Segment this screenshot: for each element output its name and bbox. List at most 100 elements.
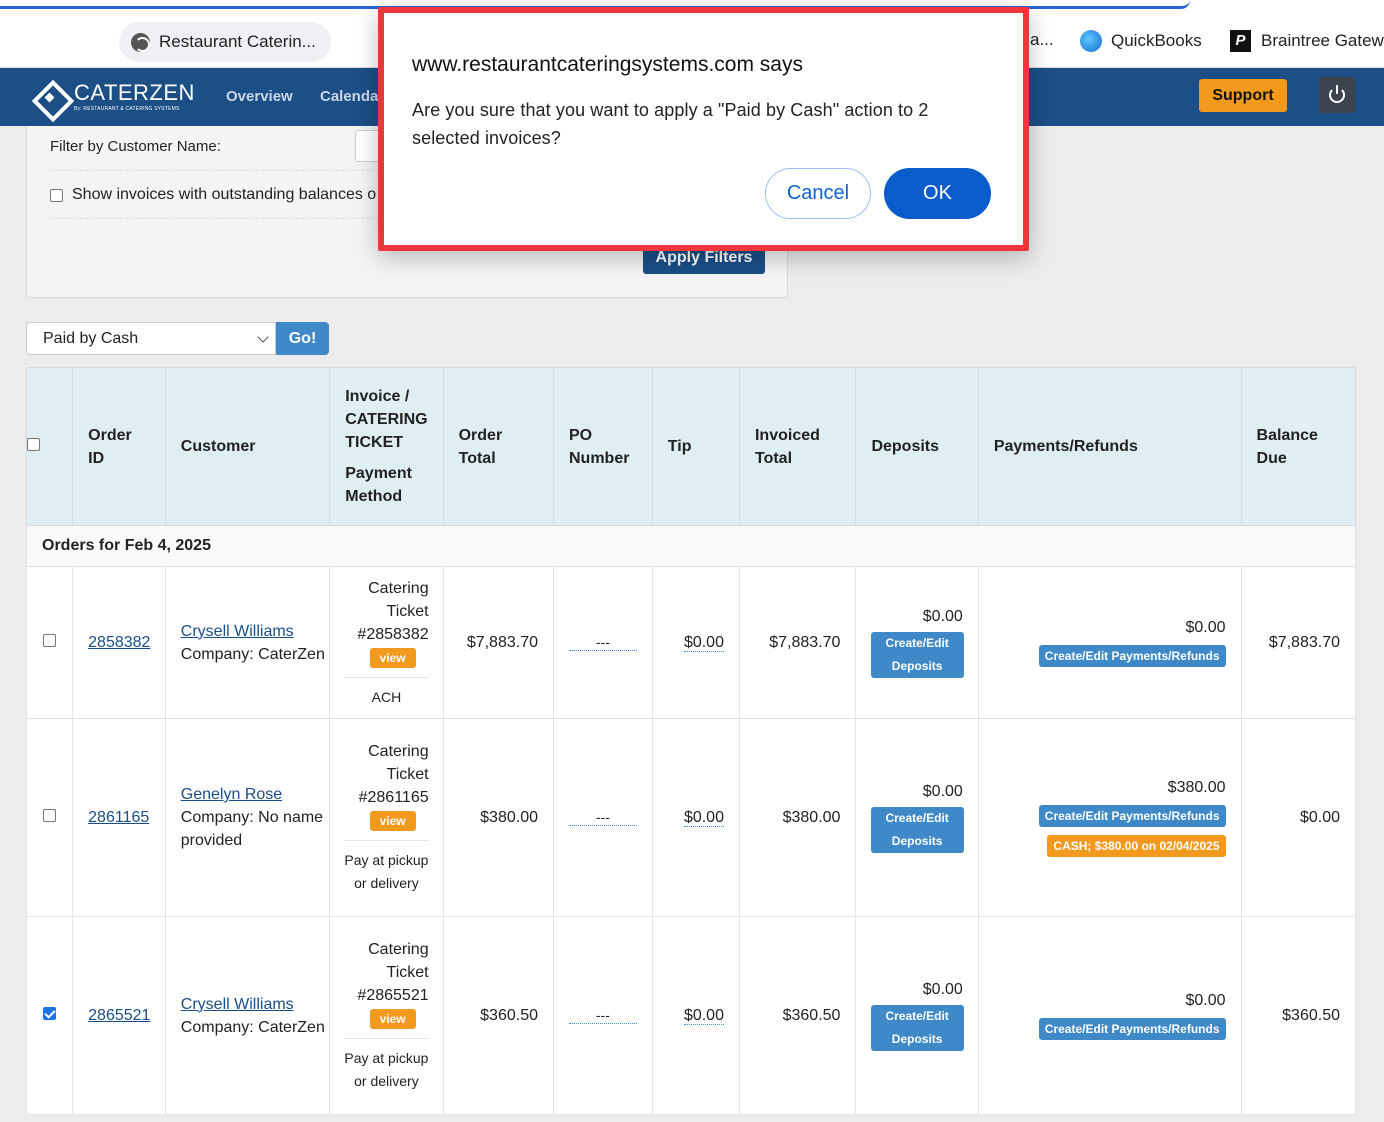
- create-edit-deposits-button[interactable]: Create/Edit Deposits: [870, 631, 964, 678]
- power-icon[interactable]: [1319, 77, 1355, 113]
- payment-method: Pay at pickup or delivery: [344, 1038, 429, 1093]
- row-select-cell: [25, 566, 74, 719]
- balance-due: $360.50: [1240, 916, 1357, 1115]
- select-all-cell: [25, 367, 74, 526]
- header-payments: Payments/Refunds: [977, 367, 1242, 526]
- header-customer[interactable]: Customer: [164, 367, 331, 526]
- create-edit-deposits-button[interactable]: Create/Edit Deposits: [870, 806, 964, 853]
- header-payment-method: Payment Method: [345, 465, 412, 505]
- quickbooks-icon: [1080, 30, 1102, 52]
- payment-amount: $380.00: [1167, 778, 1226, 796]
- outstanding-filter[interactable]: Show invoices with outstanding balances …: [50, 186, 376, 204]
- customer-link[interactable]: Crysell Williams: [181, 993, 329, 1016]
- view-button[interactable]: view: [369, 811, 416, 831]
- bookmark-label: Restaurant Caterin...: [159, 32, 316, 51]
- invoice-cell: Catering Ticket #2861165 view Pay at pic…: [329, 718, 444, 917]
- deposit-amount: $0.00: [922, 980, 963, 998]
- ticket-number: #2858382: [357, 625, 429, 643]
- header-balance-due[interactable]: Balance Due: [1240, 367, 1357, 526]
- order-id-cell: 2861165: [72, 718, 166, 917]
- order-id-cell: 2865521: [72, 916, 166, 1115]
- ok-button[interactable]: OK: [884, 168, 991, 219]
- po-number-cell: ---: [553, 718, 653, 917]
- row-checkbox[interactable]: [43, 808, 57, 822]
- deposits-cell: $0.00 Create/Edit Deposits: [855, 718, 979, 917]
- dialog-message: Are you sure that you want to apply a "P…: [412, 100, 929, 148]
- nav-calendar[interactable]: Calenda: [320, 88, 378, 105]
- ticket-number: #2865521: [357, 987, 429, 1004]
- chevron-down-icon: [257, 331, 269, 343]
- customer-link[interactable]: Genelyn Rose: [181, 783, 329, 806]
- deposit-amount: $0.00: [922, 782, 963, 800]
- create-edit-deposits-button[interactable]: Create/Edit Deposits: [870, 1004, 964, 1051]
- table-header-row: Order ID Customer Invoice / CATERING TIC…: [25, 367, 1357, 526]
- tip-field[interactable]: $0.00: [683, 808, 724, 827]
- customer-company: Company: CaterZen: [180, 645, 325, 663]
- ticket-type: Catering Ticket: [368, 941, 429, 981]
- globe-icon: [131, 32, 150, 52]
- table-row: 2858382 Crysell Williams Company: CaterZ…: [25, 566, 1357, 719]
- bookmark-label: Braintree Gatew: [1261, 31, 1384, 50]
- payments-cell: $0.00 Create/Edit Payments/Refunds: [977, 566, 1242, 719]
- nav-overview[interactable]: Overview: [226, 88, 293, 105]
- order-id-link[interactable]: 2865521: [88, 1007, 150, 1024]
- create-edit-payments-button[interactable]: Create/Edit Payments/Refunds: [1038, 804, 1226, 827]
- group-row: Orders for Feb 4, 2025: [26, 525, 1356, 567]
- bookmark-quickbooks[interactable]: QuickBooks: [1080, 30, 1202, 52]
- create-edit-payments-button[interactable]: Create/Edit Payments/Refunds: [1038, 1017, 1226, 1040]
- order-id-link[interactable]: 2858382: [88, 634, 150, 651]
- po-number-cell: ---: [553, 916, 653, 1115]
- outstanding-label: Show invoices with outstanding balances …: [72, 186, 377, 203]
- filter-customer-label: Filter by Customer Name:: [50, 138, 221, 155]
- po-number-field[interactable]: ---: [568, 1007, 637, 1024]
- bookmark-label: QuickBooks: [1111, 31, 1202, 50]
- row-checkbox[interactable]: [43, 633, 57, 647]
- tip-field[interactable]: $0.00: [683, 633, 724, 652]
- deposits-cell: $0.00 Create/Edit Deposits: [855, 566, 979, 719]
- go-button[interactable]: Go!: [276, 322, 329, 355]
- outstanding-checkbox[interactable]: [50, 188, 63, 202]
- row-checkbox[interactable]: [43, 1006, 57, 1020]
- caterzen-logo-icon: [32, 80, 66, 114]
- invoices-table: Order ID Customer Invoice / CATERING TIC…: [25, 367, 1357, 1115]
- cash-payment-badge[interactable]: CASH; $380.00 on 02/04/2025: [1047, 834, 1226, 857]
- create-edit-payments-button[interactable]: Create/Edit Payments/Refunds: [1038, 644, 1226, 667]
- header-invoice-label: Invoice / CATERING TICKET: [345, 388, 428, 451]
- invoice-cell: Catering Ticket #2865521 view Pay at pic…: [329, 916, 444, 1115]
- caterzen-logo[interactable]: CATERZEN By: RESTAURANT & CATERING SYSTE…: [32, 80, 195, 114]
- customer-cell: Crysell Williams Company: CaterZen: [164, 566, 331, 719]
- customer-cell: Crysell Williams Company: CaterZen: [164, 916, 331, 1115]
- deposits-cell: $0.00 Create/Edit Deposits: [855, 916, 979, 1115]
- po-number-field[interactable]: ---: [568, 634, 637, 651]
- invoiced-total: $360.50: [738, 916, 857, 1115]
- tip-field[interactable]: $0.00: [683, 1006, 724, 1025]
- bookmark-partial[interactable]: a...: [1030, 30, 1054, 50]
- dialog-title: www.restaurantcateringsystems.com says: [412, 53, 803, 76]
- header-invoiced-total[interactable]: Invoiced Total: [738, 367, 857, 526]
- ticket-number: #2861165: [358, 789, 429, 806]
- bulk-action-select[interactable]: Paid by Cash: [26, 322, 276, 355]
- header-order-total[interactable]: Order Total: [442, 367, 555, 526]
- header-tip[interactable]: Tip: [651, 367, 740, 526]
- header-invoice: Invoice / CATERING TICKET Payment Method: [329, 367, 444, 526]
- support-button[interactable]: Support: [1199, 79, 1287, 112]
- bookmark-restaurant-catering[interactable]: Restaurant Caterin...: [119, 22, 331, 62]
- po-number-cell: ---: [553, 566, 653, 719]
- view-button[interactable]: view: [369, 1009, 416, 1029]
- payment-method: ACH: [344, 676, 429, 709]
- select-all-checkbox[interactable]: [27, 438, 40, 451]
- po-number-field[interactable]: ---: [568, 809, 637, 826]
- customer-company: Company: No name provided: [180, 809, 324, 849]
- order-id-cell: 2858382: [72, 566, 166, 719]
- cancel-button[interactable]: Cancel: [765, 168, 871, 219]
- view-button[interactable]: view: [369, 647, 416, 668]
- bookmark-braintree[interactable]: P Braintree Gatew: [1230, 30, 1384, 52]
- header-order-id[interactable]: Order ID: [72, 367, 166, 526]
- payment-amount: $0.00: [1185, 618, 1226, 636]
- customer-link[interactable]: Crysell Williams: [181, 620, 329, 643]
- deposit-amount: $0.00: [922, 607, 963, 625]
- bookmark-label: a...: [1030, 30, 1054, 49]
- order-id-link[interactable]: 2861165: [88, 809, 149, 826]
- logo-subtitle: By: RESTAURANT & CATERING SYSTEMS: [74, 106, 180, 112]
- header-po-number[interactable]: PO Number: [553, 367, 653, 526]
